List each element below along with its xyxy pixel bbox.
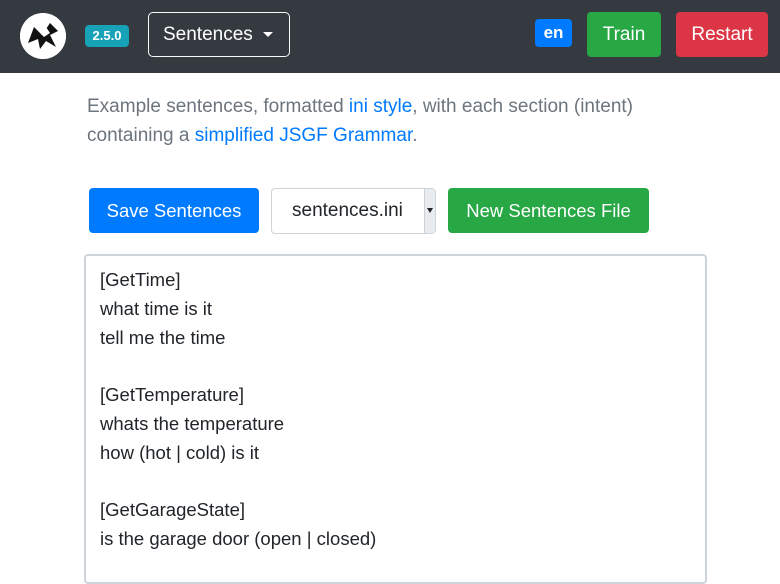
selected-file-label: sentences.ini bbox=[292, 200, 403, 221]
train-button[interactable]: Train bbox=[587, 12, 661, 57]
editor-line: how (hot | cold) is it bbox=[100, 441, 260, 463]
ini-style-link[interactable]: ini style bbox=[349, 96, 412, 117]
editor-line: tell me the time bbox=[100, 326, 226, 348]
rhasspy-logo-icon[interactable] bbox=[20, 13, 66, 59]
new-sentences-file-button[interactable]: New Sentences File bbox=[448, 188, 649, 233]
jsgf-grammar-link[interactable]: simplified JSGF Grammar bbox=[195, 125, 412, 146]
navbar: 2.5.0 Sentences en Train Restart bbox=[0, 0, 780, 73]
select-arrow-button[interactable] bbox=[424, 189, 435, 233]
page-menu-label: Sentences bbox=[163, 24, 253, 45]
editor-line: whats the temperature bbox=[100, 412, 285, 434]
restart-button[interactable]: Restart bbox=[676, 12, 768, 57]
caret-down-icon bbox=[263, 32, 273, 37]
description-text: . bbox=[412, 125, 418, 146]
sentences-editor[interactable]: [GetTime] what time is it tell me the ti… bbox=[84, 254, 707, 584]
editor-line: is the garage door (open | closed) bbox=[100, 527, 377, 549]
caret-down-icon bbox=[427, 208, 433, 213]
editor-line: [GetTime] bbox=[100, 269, 181, 290]
editor-line: [GetTemperature] bbox=[100, 384, 244, 405]
page-menu-dropdown[interactable]: Sentences bbox=[148, 12, 290, 57]
sentences-file-select[interactable]: sentences.ini bbox=[271, 188, 436, 234]
description-text: Example sentences, formatted bbox=[87, 96, 349, 117]
editor-line: what time is it bbox=[100, 297, 213, 319]
editor-line: [GetGarageState] bbox=[100, 499, 246, 520]
save-sentences-button[interactable]: Save Sentences bbox=[89, 188, 259, 233]
language-badge: en bbox=[535, 19, 572, 47]
page-description: Example sentences, formatted ini style, … bbox=[87, 92, 687, 150]
version-badge: 2.5.0 bbox=[85, 25, 129, 47]
